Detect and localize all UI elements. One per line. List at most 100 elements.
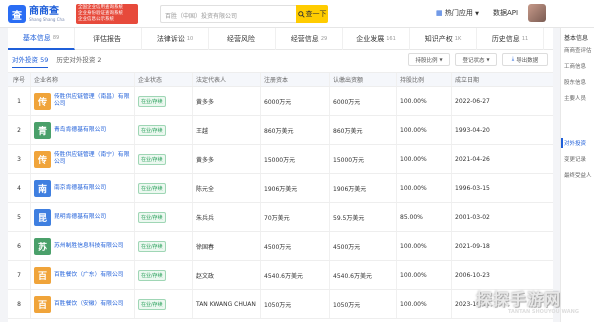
tab-operating-risk[interactable]: 经营风险 xyxy=(209,28,276,50)
rep-cell[interactable]: 王越 xyxy=(193,116,261,144)
company-cell[interactable]: 昆 昆明肯德基有限公司 xyxy=(31,203,135,231)
rightnav-item[interactable]: 变更记录 xyxy=(564,155,586,163)
tab-ip[interactable]: 知识产权 1K xyxy=(410,28,477,50)
company-name-link[interactable]: 传胜供应链管理（南昌）有限公司 xyxy=(54,94,131,108)
table-row[interactable]: 3 传 传胜供应链管理（南宁）有限公司 在业/存续 黄多多 15000万元 15… xyxy=(8,145,553,174)
tab-assessment-report[interactable]: 评估报告 xyxy=(75,28,142,50)
data-api-link[interactable]: 数据API xyxy=(493,8,518,18)
tab-count: 89 xyxy=(52,35,60,41)
col-rep: 法定代表人 xyxy=(193,73,261,86)
tab-development[interactable]: 企业发展 161 xyxy=(343,28,410,50)
rep-cell[interactable]: 陈元全 xyxy=(193,174,261,202)
tab-operating-info[interactable]: 经营信息 29 xyxy=(276,28,343,50)
company-name-link[interactable]: 昆明肯德基有限公司 xyxy=(54,214,106,221)
col-ratio: 持股比例 xyxy=(397,73,452,86)
tab-label: 企业发展 xyxy=(356,35,385,43)
capital-cell: 4540.6万美元 xyxy=(261,261,330,289)
company-logo: 传 xyxy=(34,92,51,110)
status-badge: 在业/存续 xyxy=(138,211,166,223)
rep-cell[interactable]: 徐国春 xyxy=(193,232,261,260)
table-row[interactable]: 8 百 百胜餐饮（安徽）有限公司 在业/存续 TAN KWANG CHUAN 1… xyxy=(8,290,553,319)
company-name-link[interactable]: 苏州制胜信息科技有限公司 xyxy=(54,243,124,250)
table-row[interactable]: 4 南 南京肯德基有限公司 在业/存续 陈元全 1906万美元 1906万美元 … xyxy=(8,174,553,203)
filter-label: 持股比例 xyxy=(415,57,438,64)
company-name-link[interactable]: 百胜餐饮（安徽）有限公司 xyxy=(54,301,124,308)
tab-history[interactable]: 历史信息 11 xyxy=(477,28,544,50)
company-cell[interactable]: 百 百胜餐饮（安徽）有限公司 xyxy=(31,290,135,318)
company-name-link[interactable]: 青岛肯德基有限公司 xyxy=(54,127,106,134)
row-number: 8 xyxy=(8,290,31,318)
rightnav-item[interactable]: 股东信息 xyxy=(564,78,586,86)
company-cell[interactable]: 青 青岛肯德基有限公司 xyxy=(31,116,135,144)
status-badge: 在业/存续 xyxy=(138,298,166,310)
company-logo: 青 xyxy=(34,121,51,139)
table-row[interactable]: 7 百 百胜餐饮（广东）有限公司 在业/存续 赵文政 4540.6万美元 454… xyxy=(8,261,553,290)
ratio-cell: 85.00% xyxy=(397,203,452,231)
row-number: 6 xyxy=(8,232,31,260)
company-cell[interactable]: 传 传胜供应链管理（南宁）有限公司 xyxy=(31,145,135,173)
chevron-down-icon: ▼ xyxy=(486,57,490,62)
company-cell[interactable]: 南 南京肯德基有限公司 xyxy=(31,174,135,202)
download-icon: ⤓ xyxy=(511,56,515,62)
tab-label: 法律诉讼 xyxy=(156,35,185,43)
company-name-link[interactable]: 南京肯德基有限公司 xyxy=(54,185,106,192)
rep-cell[interactable]: 赵文政 xyxy=(193,261,261,289)
table-row[interactable]: 2 青 青岛肯德基有限公司 在业/存续 王越 860万美元 860万美元 100… xyxy=(8,116,553,145)
apps-icon: ▦ xyxy=(436,9,443,17)
company-cell[interactable]: 百 百胜餐饮（广东）有限公司 xyxy=(31,261,135,289)
rep-cell[interactable]: 黄多多 xyxy=(193,87,261,115)
company-logo: 苏 xyxy=(34,237,51,255)
subscribed-cell: 1906万美元 xyxy=(330,174,397,202)
date-cell: 2001-03-02 xyxy=(455,213,490,221)
promo-banner[interactable]: 全国企业信用查询系统 企业身份验证查询系统 企业信息公示系统 xyxy=(76,4,138,24)
subscribed-cell: 15000万元 xyxy=(330,145,397,173)
status-cell: 在业/存续 xyxy=(135,232,193,260)
tab-label: 基本信息 xyxy=(22,34,51,42)
rightnav-item-active[interactable]: 对外投资 xyxy=(564,139,586,147)
rightnav-item[interactable]: 商商查评估 xyxy=(564,46,592,54)
tab-label: 经营风险 xyxy=(227,35,255,43)
hot-apps-menu[interactable]: ▦ 热门应用 ▼ xyxy=(436,8,479,18)
company-name-link[interactable]: 传胜供应链管理（南宁）有限公司 xyxy=(54,152,131,166)
avatar[interactable] xyxy=(528,4,546,22)
tab-count: 1K xyxy=(454,36,462,42)
tab-basic-info[interactable]: 基本信息 89 xyxy=(8,28,75,50)
export-label: 导出数据 xyxy=(516,57,539,64)
main-panel: 基本信息 89 评估报告 法律诉讼 10 经营风险 经营信息 29 企业发展 161 知… xyxy=(8,28,553,322)
subscribed-cell: 860万美元 xyxy=(330,116,397,144)
rightnav-item[interactable]: 工商信息 xyxy=(564,62,586,70)
date-cell: 2021-09-18 xyxy=(455,242,490,250)
date-cell: 2021-04-26 xyxy=(455,155,490,163)
rightnav-item[interactable]: 主要人员 xyxy=(564,94,586,102)
table-row[interactable]: 6 苏 苏州制胜信息科技有限公司 在业/存续 徐国春 4500万元 4500万元… xyxy=(8,232,553,261)
status-badge: 在业/存续 xyxy=(138,95,166,107)
site-logo[interactable]: 查 商商查 Shang Shang Cha xyxy=(8,5,65,23)
capital-cell: 4500万元 xyxy=(261,232,330,260)
tab-litigation[interactable]: 法律诉讼 10 xyxy=(142,28,209,50)
rightnav-active-bar xyxy=(561,138,563,148)
company-cell[interactable]: 苏 苏州制胜信息科技有限公司 xyxy=(31,232,135,260)
table-row[interactable]: 1 传 传胜供应链管理（南昌）有限公司 在业/存续 黄多多 6000万元 600… xyxy=(8,87,553,116)
rep-cell[interactable]: TAN KWANG CHUAN xyxy=(193,290,261,318)
investment-table: 序号 企业名称 企业状态 法定代表人 注册资本 认缴出资额 持股比例 成立日期 … xyxy=(8,72,553,319)
table-row[interactable]: 5 昆 昆明肯德基有限公司 在业/存续 朱兵兵 70万美元 59.5万美元 85… xyxy=(8,203,553,232)
status-filter[interactable]: 登记状态 ▼ xyxy=(455,53,497,66)
rep-cell[interactable]: 朱兵兵 xyxy=(193,203,261,231)
status-cell: 在业/存续 xyxy=(135,290,193,318)
status-badge: 在业/存续 xyxy=(138,182,166,194)
rep-cell[interactable]: 黄多多 xyxy=(193,145,261,173)
search-button[interactable]: 查一下 xyxy=(296,5,328,23)
company-cell[interactable]: 传 传胜供应链管理（南昌）有限公司 xyxy=(31,87,135,115)
subtab-investments[interactable]: 对外投资 59 xyxy=(12,54,49,68)
company-name-link[interactable]: 百胜餐饮（广东）有限公司 xyxy=(54,272,124,279)
search-input[interactable]: 百胜（中国）投资有限公司 xyxy=(160,5,296,23)
subtab-history-investments[interactable]: 历史对外投资 2 xyxy=(56,54,101,68)
chevron-down-icon: ▼ xyxy=(439,57,443,62)
tab-count: 29 xyxy=(320,36,328,42)
capital-cell: 6000万元 xyxy=(261,87,330,115)
rightnav-item[interactable]: 最终受益人 xyxy=(564,171,592,179)
date-cell: 1996-03-15 xyxy=(455,184,490,192)
ratio-filter[interactable]: 持股比例 ▼ xyxy=(408,53,450,66)
subscribed-cell: 1050万元 xyxy=(330,290,397,318)
export-button[interactable]: ⤓ 导出数据 xyxy=(502,53,548,66)
